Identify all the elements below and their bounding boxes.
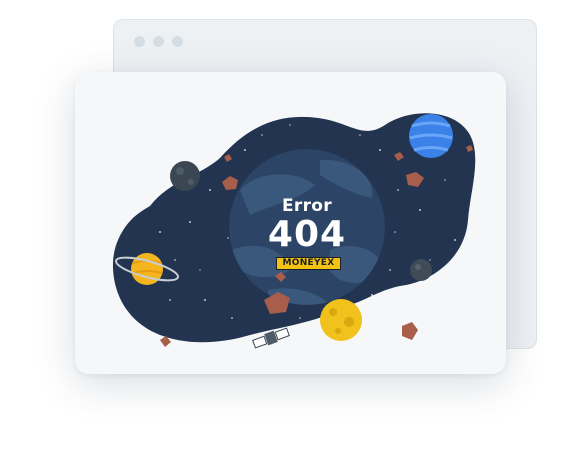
- dark-planet: [170, 161, 200, 191]
- error-code: 404: [267, 214, 347, 255]
- yellow-moon: [320, 299, 362, 341]
- grey-planet: [410, 259, 432, 281]
- brand-logo: MONEYEX: [276, 257, 341, 270]
- blue-planet: [409, 114, 453, 158]
